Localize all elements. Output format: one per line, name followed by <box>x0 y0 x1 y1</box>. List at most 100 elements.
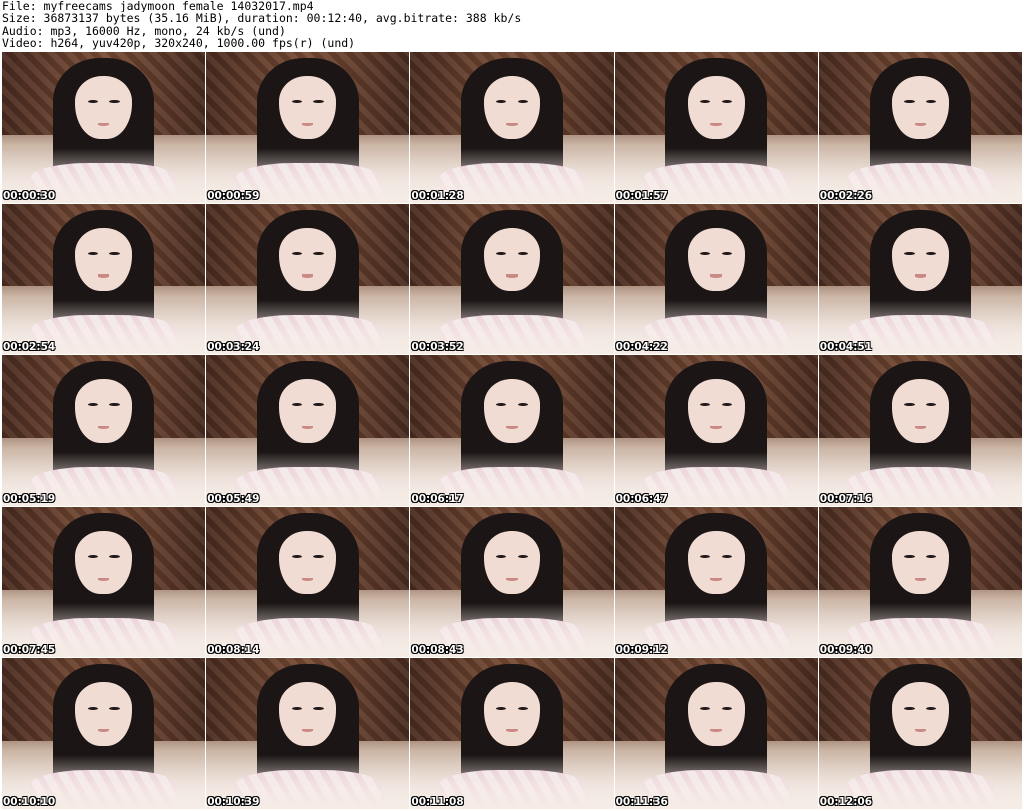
frame-timestamp: 00:06:47 <box>615 492 668 505</box>
frame-timestamp: 00:06:17 <box>411 492 464 505</box>
eye-shape <box>291 251 303 255</box>
mouth-shape <box>710 729 722 733</box>
eye-shape <box>109 706 120 710</box>
video-frame-thumbnail: 00:01:57 <box>614 52 818 203</box>
video-frame-thumbnail: 00:11:08 <box>410 658 614 809</box>
mouth-shape <box>710 426 722 430</box>
eye-shape <box>313 251 324 255</box>
eye-shape <box>87 706 98 710</box>
eye-shape <box>700 403 711 407</box>
frame-timestamp: 00:00:30 <box>3 189 56 202</box>
frame-timestamp: 00:08:43 <box>411 644 464 657</box>
eye-shape <box>700 554 711 559</box>
frame-timestamp: 00:09:40 <box>819 644 873 657</box>
video-frame-thumbnail: 00:10:10 <box>2 658 206 809</box>
face-shape <box>483 227 541 291</box>
eye-shape <box>313 100 324 104</box>
eye-shape <box>721 100 733 104</box>
video-frame-thumbnail: 00:06:17 <box>410 355 614 506</box>
eye-shape <box>496 403 507 407</box>
video-frame-thumbnail: 00:01:28 <box>410 52 614 203</box>
eye-shape <box>313 554 324 559</box>
face-shape <box>891 530 949 595</box>
eye-shape <box>904 100 915 104</box>
eye-shape <box>721 706 733 710</box>
eye-shape <box>87 251 98 255</box>
eye-shape <box>926 706 937 710</box>
video-frame-thumbnail: 00:02:54 <box>2 203 206 355</box>
eye-shape <box>904 554 915 559</box>
eye-shape <box>291 403 303 407</box>
face-shape <box>891 682 949 746</box>
frame-timestamp: 00:05:19 <box>3 492 56 505</box>
mouth-shape <box>914 729 927 733</box>
eye-shape <box>700 100 711 104</box>
mouth-shape <box>506 426 518 430</box>
face-shape <box>279 530 337 595</box>
video-info-line: Video: h264, yuv420p, 320x240, 1000.00 f… <box>2 37 356 50</box>
eye-shape <box>109 100 120 104</box>
video-frame-thumbnail: 00:09:40 <box>818 506 1022 658</box>
eye-shape <box>926 403 937 407</box>
frame-timestamp: 00:03:24 <box>207 341 260 354</box>
frame-timestamp: 00:12:06 <box>819 796 873 808</box>
eye-shape <box>313 403 324 407</box>
eye-shape <box>291 100 303 104</box>
eye-shape <box>313 706 324 710</box>
eye-shape <box>496 554 507 559</box>
mouth-shape <box>97 122 110 127</box>
face-shape <box>483 530 541 595</box>
eye-shape <box>721 403 733 407</box>
eye-shape <box>87 554 98 559</box>
eye-shape <box>291 554 303 559</box>
face-shape <box>279 682 337 746</box>
frame-timestamp: 00:03:52 <box>411 341 464 354</box>
eye-shape <box>904 403 915 407</box>
mouth-shape <box>302 274 314 278</box>
frame-timestamp: 00:07:16 <box>819 492 873 505</box>
frame-timestamp: 00:10:10 <box>3 796 56 808</box>
mouth-shape <box>914 426 927 430</box>
eye-shape <box>109 403 120 407</box>
eye-shape <box>496 706 507 710</box>
eye-shape <box>109 554 120 559</box>
video-frame-thumbnail: 00:09:12 <box>614 506 818 658</box>
file-info-header: File: myfreecams_jadymoon_female_1403201… <box>2 0 1022 52</box>
eye-shape <box>904 251 915 255</box>
video-frame-thumbnail: 00:07:16 <box>818 355 1022 506</box>
frame-timestamp: 00:01:28 <box>411 189 464 202</box>
frame-timestamp: 00:09:12 <box>615 644 668 657</box>
eye-shape <box>87 403 98 407</box>
eye-shape <box>926 251 937 255</box>
mouth-shape <box>97 729 110 733</box>
eye-shape <box>926 554 937 559</box>
video-frame-thumbnail: 00:11:36 <box>614 658 818 809</box>
face-shape <box>75 227 133 291</box>
face-shape <box>279 227 337 291</box>
mouth-shape <box>302 729 314 733</box>
face-shape <box>75 379 133 443</box>
mouth-shape <box>302 122 314 127</box>
eye-shape <box>87 100 98 104</box>
mouth-shape <box>302 577 314 581</box>
frame-timestamp: 00:00:59 <box>207 189 260 202</box>
frame-timestamp: 00:08:14 <box>207 644 260 657</box>
video-frame-thumbnail: 00:03:52 <box>410 203 614 355</box>
video-frame-thumbnail: 00:00:30 <box>2 52 206 203</box>
mouth-shape <box>710 577 722 581</box>
frame-timestamp: 00:02:54 <box>3 341 56 354</box>
eye-shape <box>496 251 507 255</box>
eye-shape <box>721 554 733 559</box>
eye-shape <box>517 100 528 104</box>
face-shape <box>687 682 745 746</box>
video-frame-thumbnail: 00:12:06 <box>818 658 1022 809</box>
mouth-shape <box>97 426 110 430</box>
mouth-shape <box>914 577 927 581</box>
face-shape <box>687 76 745 140</box>
video-frame-thumbnail: 00:05:49 <box>206 355 410 506</box>
eye-shape <box>517 251 528 255</box>
face-shape <box>687 227 745 291</box>
eye-shape <box>291 706 303 710</box>
eye-shape <box>517 706 528 710</box>
eye-shape <box>517 554 528 559</box>
